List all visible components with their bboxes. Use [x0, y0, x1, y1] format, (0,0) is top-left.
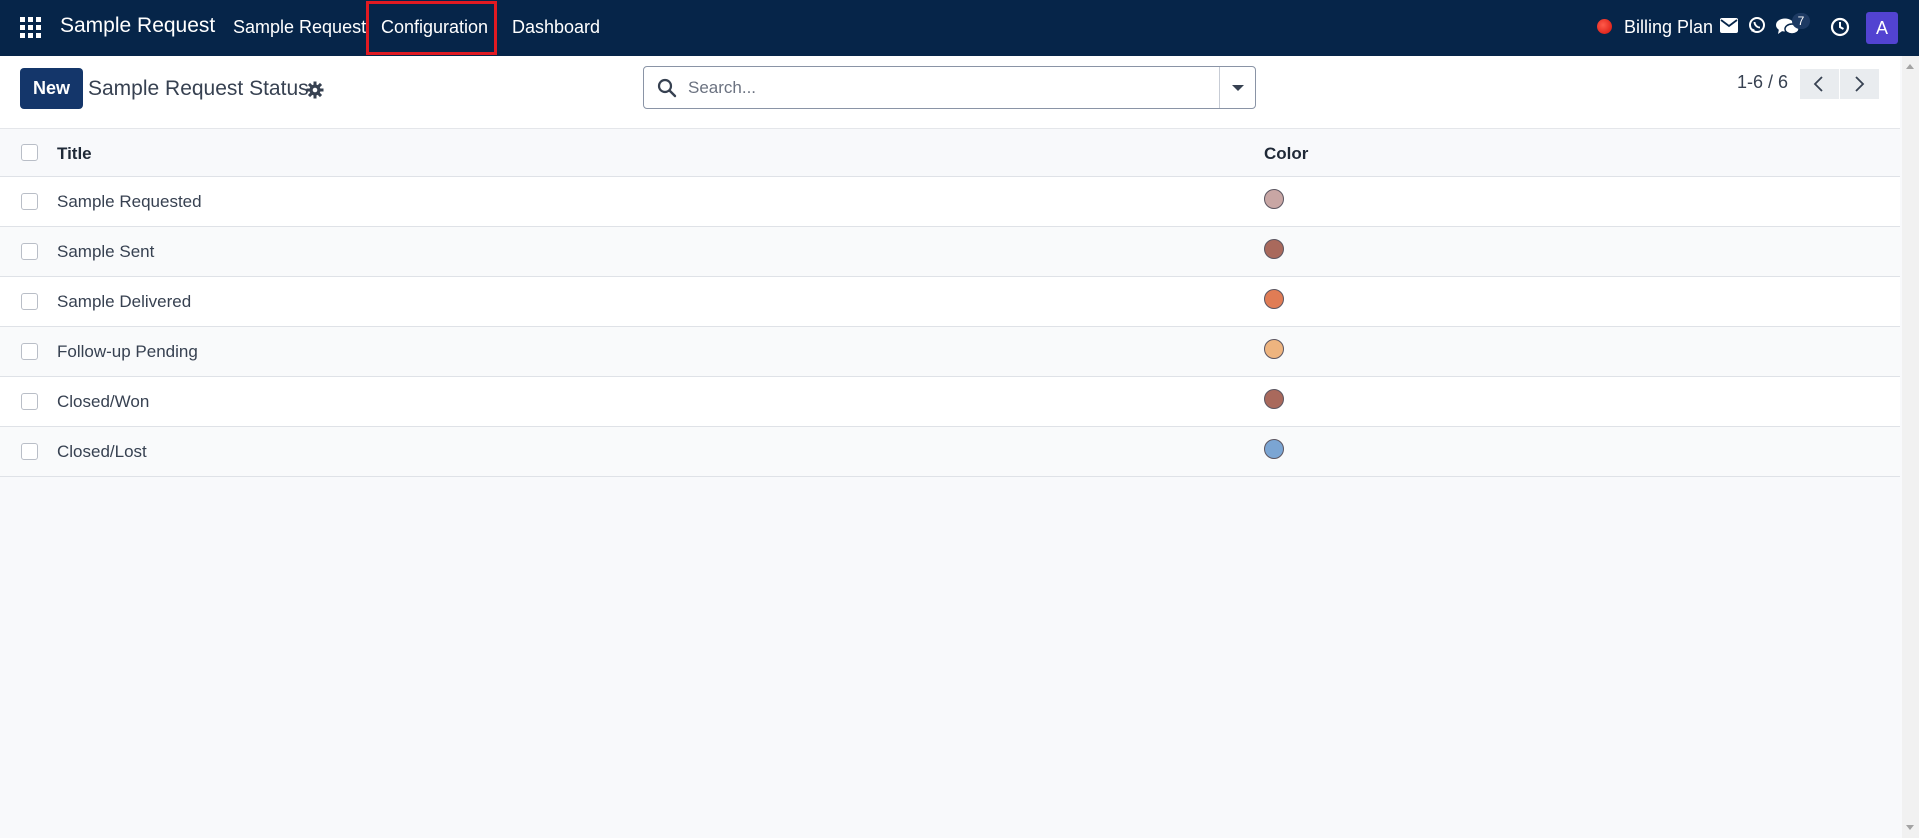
whatsapp-icon[interactable] — [1748, 16, 1766, 34]
table-row[interactable]: Sample Sent — [0, 227, 1900, 277]
control-panel: New Sample Request Status 1-6 / 6 — [0, 56, 1900, 129]
row-color-swatch — [1264, 439, 1284, 459]
scroll-up-arrow-icon[interactable] — [1906, 64, 1914, 69]
envelope-icon[interactable] — [1720, 18, 1738, 33]
gear-icon[interactable] — [306, 81, 324, 99]
row-title[interactable]: Closed/Lost — [57, 442, 147, 462]
search-icon — [657, 78, 677, 98]
row-color-swatch — [1264, 189, 1284, 209]
column-header-title[interactable]: Title — [57, 144, 92, 164]
table-row[interactable]: Closed/Won — [0, 377, 1900, 427]
search-input[interactable] — [688, 68, 1198, 107]
page-title: Sample Request Status — [88, 77, 309, 100]
chevron-left-icon — [1813, 76, 1823, 92]
new-button[interactable]: New — [20, 68, 83, 109]
row-checkbox[interactable] — [21, 193, 38, 210]
row-checkbox[interactable] — [21, 243, 38, 260]
menu-item-dashboard[interactable]: Dashboard — [512, 17, 600, 38]
table-row[interactable]: Follow-up Pending — [0, 327, 1900, 377]
pager-value[interactable]: 1-6 / 6 — [1737, 72, 1788, 93]
row-checkbox[interactable] — [21, 443, 38, 460]
row-title[interactable]: Sample Delivered — [57, 292, 191, 312]
app-brand[interactable]: Sample Request — [60, 14, 215, 38]
row-color-swatch — [1264, 389, 1284, 409]
row-title[interactable]: Follow-up Pending — [57, 342, 198, 362]
column-header-color[interactable]: Color — [1264, 144, 1308, 164]
pager-previous-button[interactable] — [1800, 69, 1839, 99]
menu-item-configuration[interactable]: Configuration — [381, 17, 488, 38]
menu-item-sample-request[interactable]: Sample Request — [233, 17, 366, 38]
row-color-swatch — [1264, 339, 1284, 359]
chat-count-badge: 7 — [1792, 13, 1810, 29]
search-bar — [643, 66, 1256, 109]
status-dot-icon — [1597, 19, 1612, 34]
row-checkbox[interactable] — [21, 343, 38, 360]
table-row[interactable]: Closed/Lost — [0, 427, 1900, 477]
status-list-table: Title Color Sample Requested Sample Sent… — [0, 129, 1900, 477]
row-checkbox[interactable] — [21, 393, 38, 410]
row-checkbox[interactable] — [21, 293, 38, 310]
select-all-checkbox[interactable] — [21, 144, 38, 161]
pager-next-button[interactable] — [1840, 69, 1879, 99]
search-options-dropdown[interactable] — [1219, 67, 1255, 108]
table-row[interactable]: Sample Requested — [0, 177, 1900, 227]
row-color-swatch — [1264, 239, 1284, 259]
row-title[interactable]: Sample Sent — [57, 242, 154, 262]
apps-grid-icon[interactable] — [20, 17, 41, 38]
top-navbar: Sample Request Sample Request Configurat… — [0, 0, 1919, 56]
clock-icon[interactable] — [1830, 17, 1850, 37]
row-title[interactable]: Closed/Won — [57, 392, 149, 412]
table-header-row: Title Color — [0, 129, 1900, 177]
billing-plan-link[interactable]: Billing Plan — [1624, 17, 1713, 38]
row-title[interactable]: Sample Requested — [57, 192, 202, 212]
chevron-right-icon — [1855, 76, 1865, 92]
row-color-swatch — [1264, 289, 1284, 309]
user-avatar[interactable]: A — [1866, 12, 1898, 44]
table-row[interactable]: Sample Delivered — [0, 277, 1900, 327]
scroll-down-arrow-icon[interactable] — [1906, 825, 1914, 830]
page-scrollbar[interactable] — [1902, 56, 1919, 838]
